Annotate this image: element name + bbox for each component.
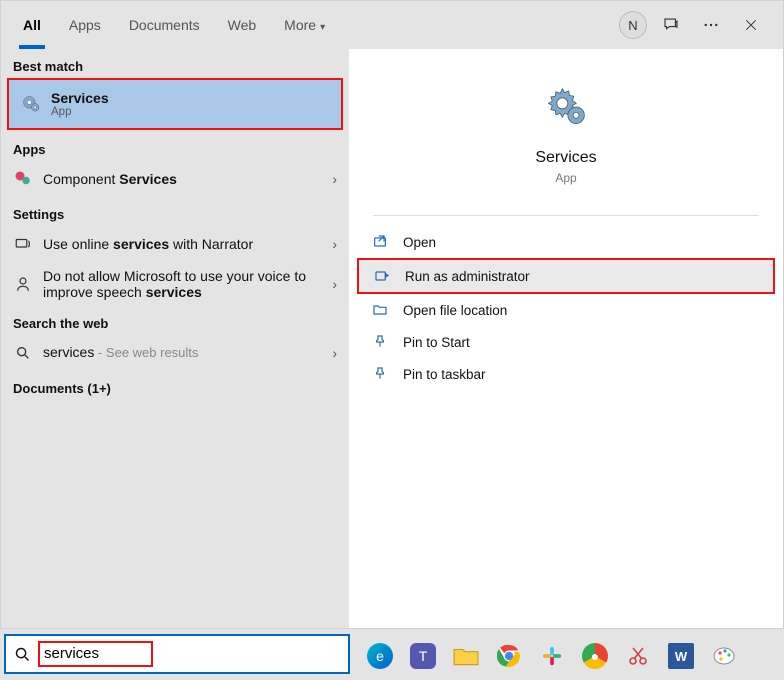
search-body: Best match Services App Apps Component S… <box>1 49 783 628</box>
taskbar-chrome-canary-icon[interactable]: ● <box>575 636 615 676</box>
search-input-highlight <box>38 641 153 667</box>
action-open[interactable]: Open <box>357 226 775 258</box>
result-speech-services[interactable]: Do not allow Microsoft to use your voice… <box>1 262 349 306</box>
taskbar-edge-icon[interactable]: e <box>360 636 400 676</box>
shield-icon <box>373 267 391 285</box>
chevron-down-icon: ▾ <box>320 22 325 33</box>
action-open-label: Open <box>403 235 436 250</box>
taskbar: e T ● W <box>354 632 784 680</box>
feedback-icon[interactable] <box>655 9 687 41</box>
action-openloc-label: Open file location <box>403 303 507 318</box>
folder-icon <box>371 301 389 319</box>
documents-header: Documents (1+) <box>1 371 349 400</box>
speech-label: Do not allow Microsoft to use your voice… <box>43 268 322 300</box>
best-match-sub: App <box>51 106 329 118</box>
speech-icon <box>13 274 33 294</box>
action-pintask-label: Pin to taskbar <box>403 367 486 382</box>
tab-more[interactable]: More▾ <box>270 1 339 49</box>
preview-sub: App <box>555 171 576 185</box>
divider <box>373 215 759 216</box>
filter-tabs: All Apps Documents Web More▾ N <box>1 1 783 49</box>
best-match-result-services[interactable]: Services App <box>7 78 343 130</box>
pin-icon <box>371 333 389 351</box>
gear-icon <box>544 85 588 129</box>
taskbar-explorer-icon[interactable] <box>446 636 486 676</box>
chevron-right-icon: › <box>332 345 337 361</box>
tab-apps[interactable]: Apps <box>55 1 115 49</box>
tab-all[interactable]: All <box>9 1 55 49</box>
apps-header: Apps <box>1 132 349 161</box>
preview-header: Services App <box>349 49 783 197</box>
chevron-right-icon: › <box>332 171 337 187</box>
action-pin-to-taskbar[interactable]: Pin to taskbar <box>357 358 775 390</box>
best-match-title: Services <box>51 90 329 106</box>
component-services-icon <box>13 169 33 189</box>
pin-icon <box>371 365 389 383</box>
gear-icon <box>21 94 41 114</box>
taskbar-snip-icon[interactable] <box>618 636 658 676</box>
result-component-services[interactable]: Component Services › <box>1 161 349 197</box>
taskbar-teams-icon[interactable]: T <box>403 636 443 676</box>
web-result-label: services - See web results <box>43 344 322 362</box>
action-open-file-location[interactable]: Open file location <box>357 294 775 326</box>
search-icon <box>12 644 32 664</box>
best-match-header: Best match <box>1 49 349 78</box>
search-input[interactable] <box>44 645 147 662</box>
narrator-icon <box>13 234 33 254</box>
close-icon[interactable] <box>735 9 767 41</box>
search-icon <box>13 343 33 363</box>
start-search-window: All Apps Documents Web More▾ N Best matc… <box>0 0 784 629</box>
tab-documents[interactable]: Documents <box>115 1 214 49</box>
best-match-text: Services App <box>51 90 329 118</box>
results-pane: Best match Services App Apps Component S… <box>1 49 349 628</box>
more-options-icon[interactable] <box>695 9 727 41</box>
taskbar-chrome-icon[interactable] <box>489 636 529 676</box>
open-icon <box>371 233 389 251</box>
narrator-label: Use online services with Narrator <box>43 236 322 252</box>
result-web-services[interactable]: services - See web results › <box>1 335 349 371</box>
action-pinstart-label: Pin to Start <box>403 335 470 350</box>
result-narrator-services[interactable]: Use online services with Narrator › <box>1 226 349 262</box>
action-pin-to-start[interactable]: Pin to Start <box>357 326 775 358</box>
titlebar-actions: N <box>619 9 775 41</box>
taskbar-word-icon[interactable]: W <box>661 636 701 676</box>
action-runadmin-label: Run as administrator <box>405 269 530 284</box>
chevron-right-icon: › <box>332 236 337 252</box>
chevron-right-icon: › <box>332 276 337 292</box>
component-services-label: Component Services <box>43 171 322 187</box>
web-header: Search the web <box>1 306 349 335</box>
settings-header: Settings <box>1 197 349 226</box>
action-run-as-administrator[interactable]: Run as administrator <box>357 258 775 294</box>
taskbar-slack-icon[interactable] <box>532 636 572 676</box>
preview-actions: Open Run as administrator Open file loca… <box>349 222 783 394</box>
taskbar-paint-icon[interactable] <box>704 636 744 676</box>
preview-title: Services <box>535 149 596 167</box>
avatar[interactable]: N <box>619 11 647 39</box>
search-box[interactable] <box>4 634 350 674</box>
preview-pane: Services App Open Run as administrator O… <box>349 49 783 628</box>
tab-web[interactable]: Web <box>214 1 271 49</box>
